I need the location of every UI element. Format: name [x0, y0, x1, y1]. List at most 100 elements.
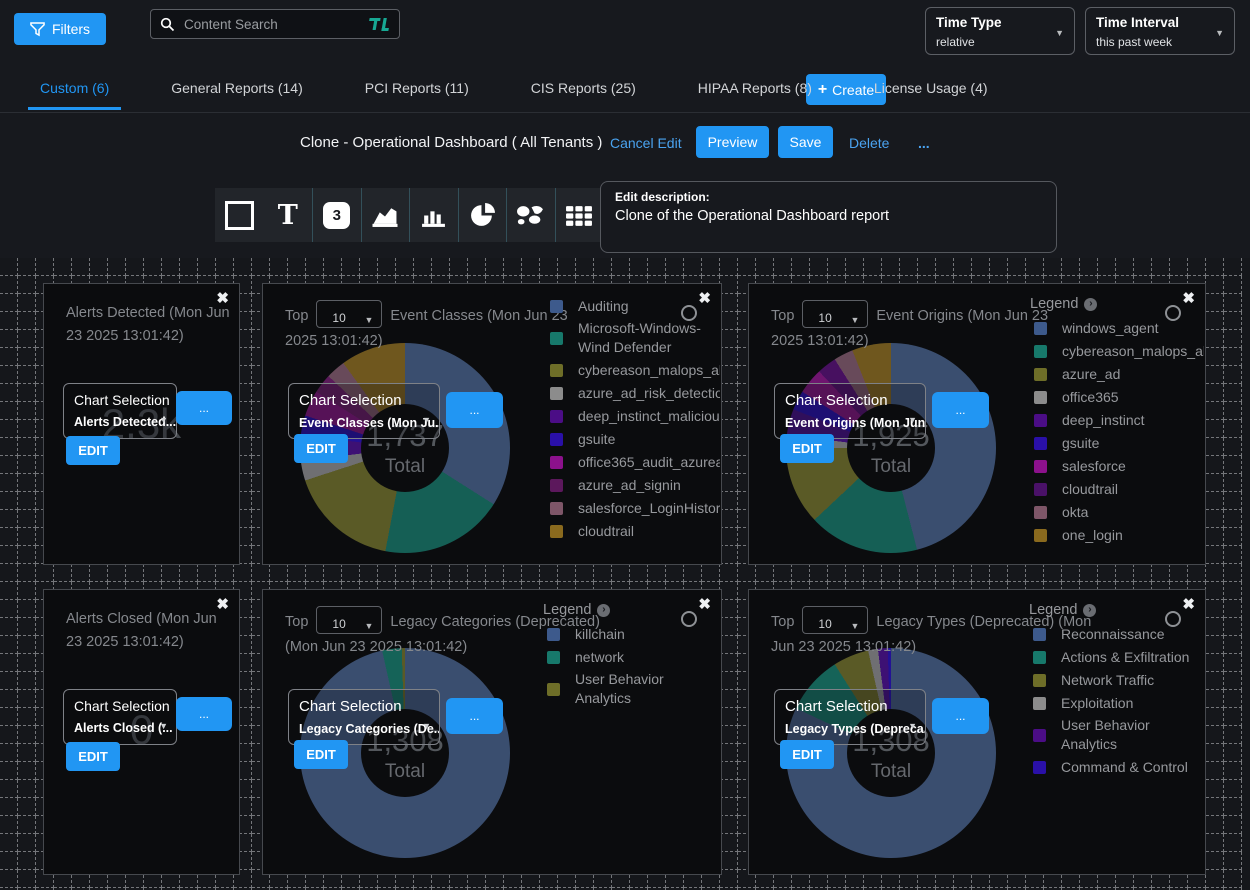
close-icon[interactable]: ✖ [216, 289, 229, 307]
legend-item[interactable]: okta [1030, 502, 1204, 522]
legend-item[interactable]: azure_ad_risk_detection [546, 383, 720, 403]
legend-toggle-circle[interactable] [1165, 305, 1181, 321]
legend-item[interactable]: deep_instinct [1030, 410, 1204, 430]
close-icon[interactable]: ✖ [1182, 595, 1195, 613]
widget-edit-button[interactable]: EDIT [66, 436, 120, 465]
legend-item[interactable]: Command & Control [1029, 757, 1203, 777]
preview-button[interactable]: Preview [696, 126, 769, 158]
chevron-down-icon: ▼ [908, 721, 917, 731]
legend-item[interactable]: killchain [543, 624, 717, 644]
widget-alerts-detected[interactable]: ✖ Alerts Detected (Mon Jun 23 2025 13:01… [43, 283, 240, 565]
close-icon[interactable]: ✖ [216, 595, 229, 613]
chevron-down-icon: ▼ [422, 721, 431, 731]
top-count-select[interactable]: 10▼ [316, 300, 382, 328]
legend-expand-icon[interactable]: › [1083, 604, 1096, 617]
widget-edit-button[interactable]: EDIT [294, 740, 348, 769]
close-icon[interactable]: ✖ [698, 289, 711, 307]
tab-custom[interactable]: Custom (6) [28, 76, 121, 110]
widget-edit-button[interactable]: EDIT [294, 434, 348, 463]
chart-selection-dropdown[interactable]: Chart Selection Alerts Detected... ▼ [63, 383, 177, 439]
widget-edit-button[interactable]: EDIT [66, 742, 120, 771]
legend-expand-icon[interactable]: › [1084, 298, 1097, 311]
pie-chart-icon[interactable] [458, 188, 507, 242]
cancel-edit-link[interactable]: Cancel Edit [610, 135, 682, 151]
legend-label: cloudtrail [578, 522, 634, 541]
chevron-down-icon: ▼ [1215, 28, 1224, 38]
text-icon[interactable]: T [264, 188, 313, 242]
widget-more-button[interactable]: ... [176, 697, 232, 731]
chart-selection-dropdown[interactable]: Chart Selection Legacy Categories (De...… [288, 689, 440, 745]
content-search[interactable] [150, 9, 400, 39]
legend-item[interactable]: salesforce_LoginHistory [546, 498, 720, 518]
legend-item[interactable]: Network Traffic [1029, 670, 1203, 690]
filters-button[interactable]: Filters [14, 13, 106, 45]
legend-item[interactable]: Actions & Exfiltration [1029, 647, 1203, 667]
container-icon[interactable] [215, 188, 264, 242]
legend-item[interactable]: cybereason_malops_all_ [1030, 341, 1204, 361]
legend-item[interactable]: gsuite [1030, 433, 1204, 453]
legend-item[interactable]: windows_agent [1030, 318, 1204, 338]
legend-toggle-circle[interactable] [1165, 611, 1181, 627]
legend-item[interactable]: User Behavior Analytics [543, 670, 717, 708]
widget-more-button[interactable]: ... [446, 392, 503, 428]
widget-more-button[interactable]: ... [932, 392, 989, 428]
table-icon[interactable] [555, 188, 604, 242]
delete-link[interactable]: Delete [849, 135, 889, 151]
top-count-select[interactable]: 10▼ [802, 300, 868, 328]
legend-item[interactable]: Exploitation [1029, 693, 1203, 713]
tab-general-reports[interactable]: General Reports (14) [159, 76, 315, 110]
description-textarea[interactable]: Clone of the Operational Dashboard repor… [615, 208, 1042, 242]
widget-more-button[interactable]: ... [176, 391, 232, 425]
legend-expand-icon[interactable]: › [597, 604, 610, 617]
legend-item[interactable]: cloudtrail [1030, 479, 1204, 499]
save-button[interactable]: Save [778, 126, 833, 158]
legend-toggle-circle[interactable] [681, 305, 697, 321]
legend-label: office365_audit_azuread [578, 453, 720, 472]
chart-selection-dropdown[interactable]: Chart Selection Event Origins (Mon Jun..… [774, 383, 926, 439]
legend-item[interactable]: deep_instinct_malicious [546, 406, 720, 426]
legend-item[interactable]: office365_audit_azuread [546, 452, 720, 472]
tabs-divider [0, 112, 1250, 113]
legend-toggle-circle[interactable] [681, 611, 697, 627]
close-icon[interactable]: ✖ [698, 595, 711, 613]
area-chart-icon[interactable] [361, 188, 410, 242]
legend-item[interactable]: azure_ad_signin [546, 475, 720, 495]
widget-edit-button[interactable]: EDIT [780, 740, 834, 769]
chart-selection-dropdown[interactable]: Chart Selection Event Classes (Mon Ju...… [288, 383, 440, 439]
top-count-select[interactable]: 10▼ [802, 606, 868, 634]
tab-hipaa-reports[interactable]: HIPAA Reports (8) [686, 76, 824, 110]
tab-cis-reports[interactable]: CIS Reports (25) [519, 76, 648, 110]
legend-item[interactable]: cybereason_malops_all_ [546, 360, 720, 380]
legend-item[interactable]: Microsoft-Windows-Wind Defender [546, 319, 720, 357]
legend-item[interactable]: User Behavior Analytics [1029, 716, 1203, 754]
legend-item[interactable]: cloudtrail [546, 521, 720, 541]
number-widget-icon[interactable]: 3 [312, 188, 361, 242]
search-input[interactable] [182, 16, 357, 33]
widget-legacy-types[interactable]: ✖ Top10▼Legacy Types (Deprecated) (Mon J… [748, 589, 1206, 875]
legend-item[interactable]: azure_ad [1030, 364, 1204, 384]
widget-edit-button[interactable]: EDIT [780, 434, 834, 463]
chart-selection-dropdown[interactable]: Chart Selection Legacy Types (Depreca...… [774, 689, 926, 745]
tab-license-usage[interactable]: License Usage (4) [862, 76, 1000, 110]
chart-selection-dropdown[interactable]: Chart Selection Alerts Closed (... ▼ [63, 689, 177, 745]
top-count-select[interactable]: 10▼ [316, 606, 382, 634]
map-icon[interactable] [506, 188, 555, 242]
tab-pci-reports[interactable]: PCI Reports (11) [353, 76, 481, 110]
legend-item[interactable]: one_login [1030, 525, 1204, 545]
widget-more-button[interactable]: ... [932, 698, 989, 734]
time-interval-select[interactable]: Time Interval this past week ▼ [1085, 7, 1235, 55]
widget-legacy-categories[interactable]: ✖ Top10▼Legacy Categories (Deprecated) (… [262, 589, 722, 875]
legend-item[interactable]: office365 [1030, 387, 1204, 407]
bar-chart-icon[interactable] [409, 188, 458, 242]
legend-item[interactable]: Reconnaissance [1029, 624, 1203, 644]
legend-item[interactable]: network [543, 647, 717, 667]
more-menu-link[interactable]: ... [918, 135, 930, 151]
widget-alerts-closed[interactable]: ✖ Alerts Closed (Mon Jun 23 2025 13:01:4… [43, 589, 240, 875]
close-icon[interactable]: ✖ [1182, 289, 1195, 307]
legend-item[interactable]: gsuite [546, 429, 720, 449]
widget-event-origins[interactable]: ✖ Top10▼Event Origins (Mon Jun 23 2025 1… [748, 283, 1206, 565]
time-type-select[interactable]: Time Type relative ▼ [925, 7, 1075, 55]
legend-item[interactable]: salesforce [1030, 456, 1204, 476]
widget-more-button[interactable]: ... [446, 698, 503, 734]
widget-event-classes[interactable]: ✖ Top10▼Event Classes (Mon Jun 23 2025 1… [262, 283, 722, 565]
